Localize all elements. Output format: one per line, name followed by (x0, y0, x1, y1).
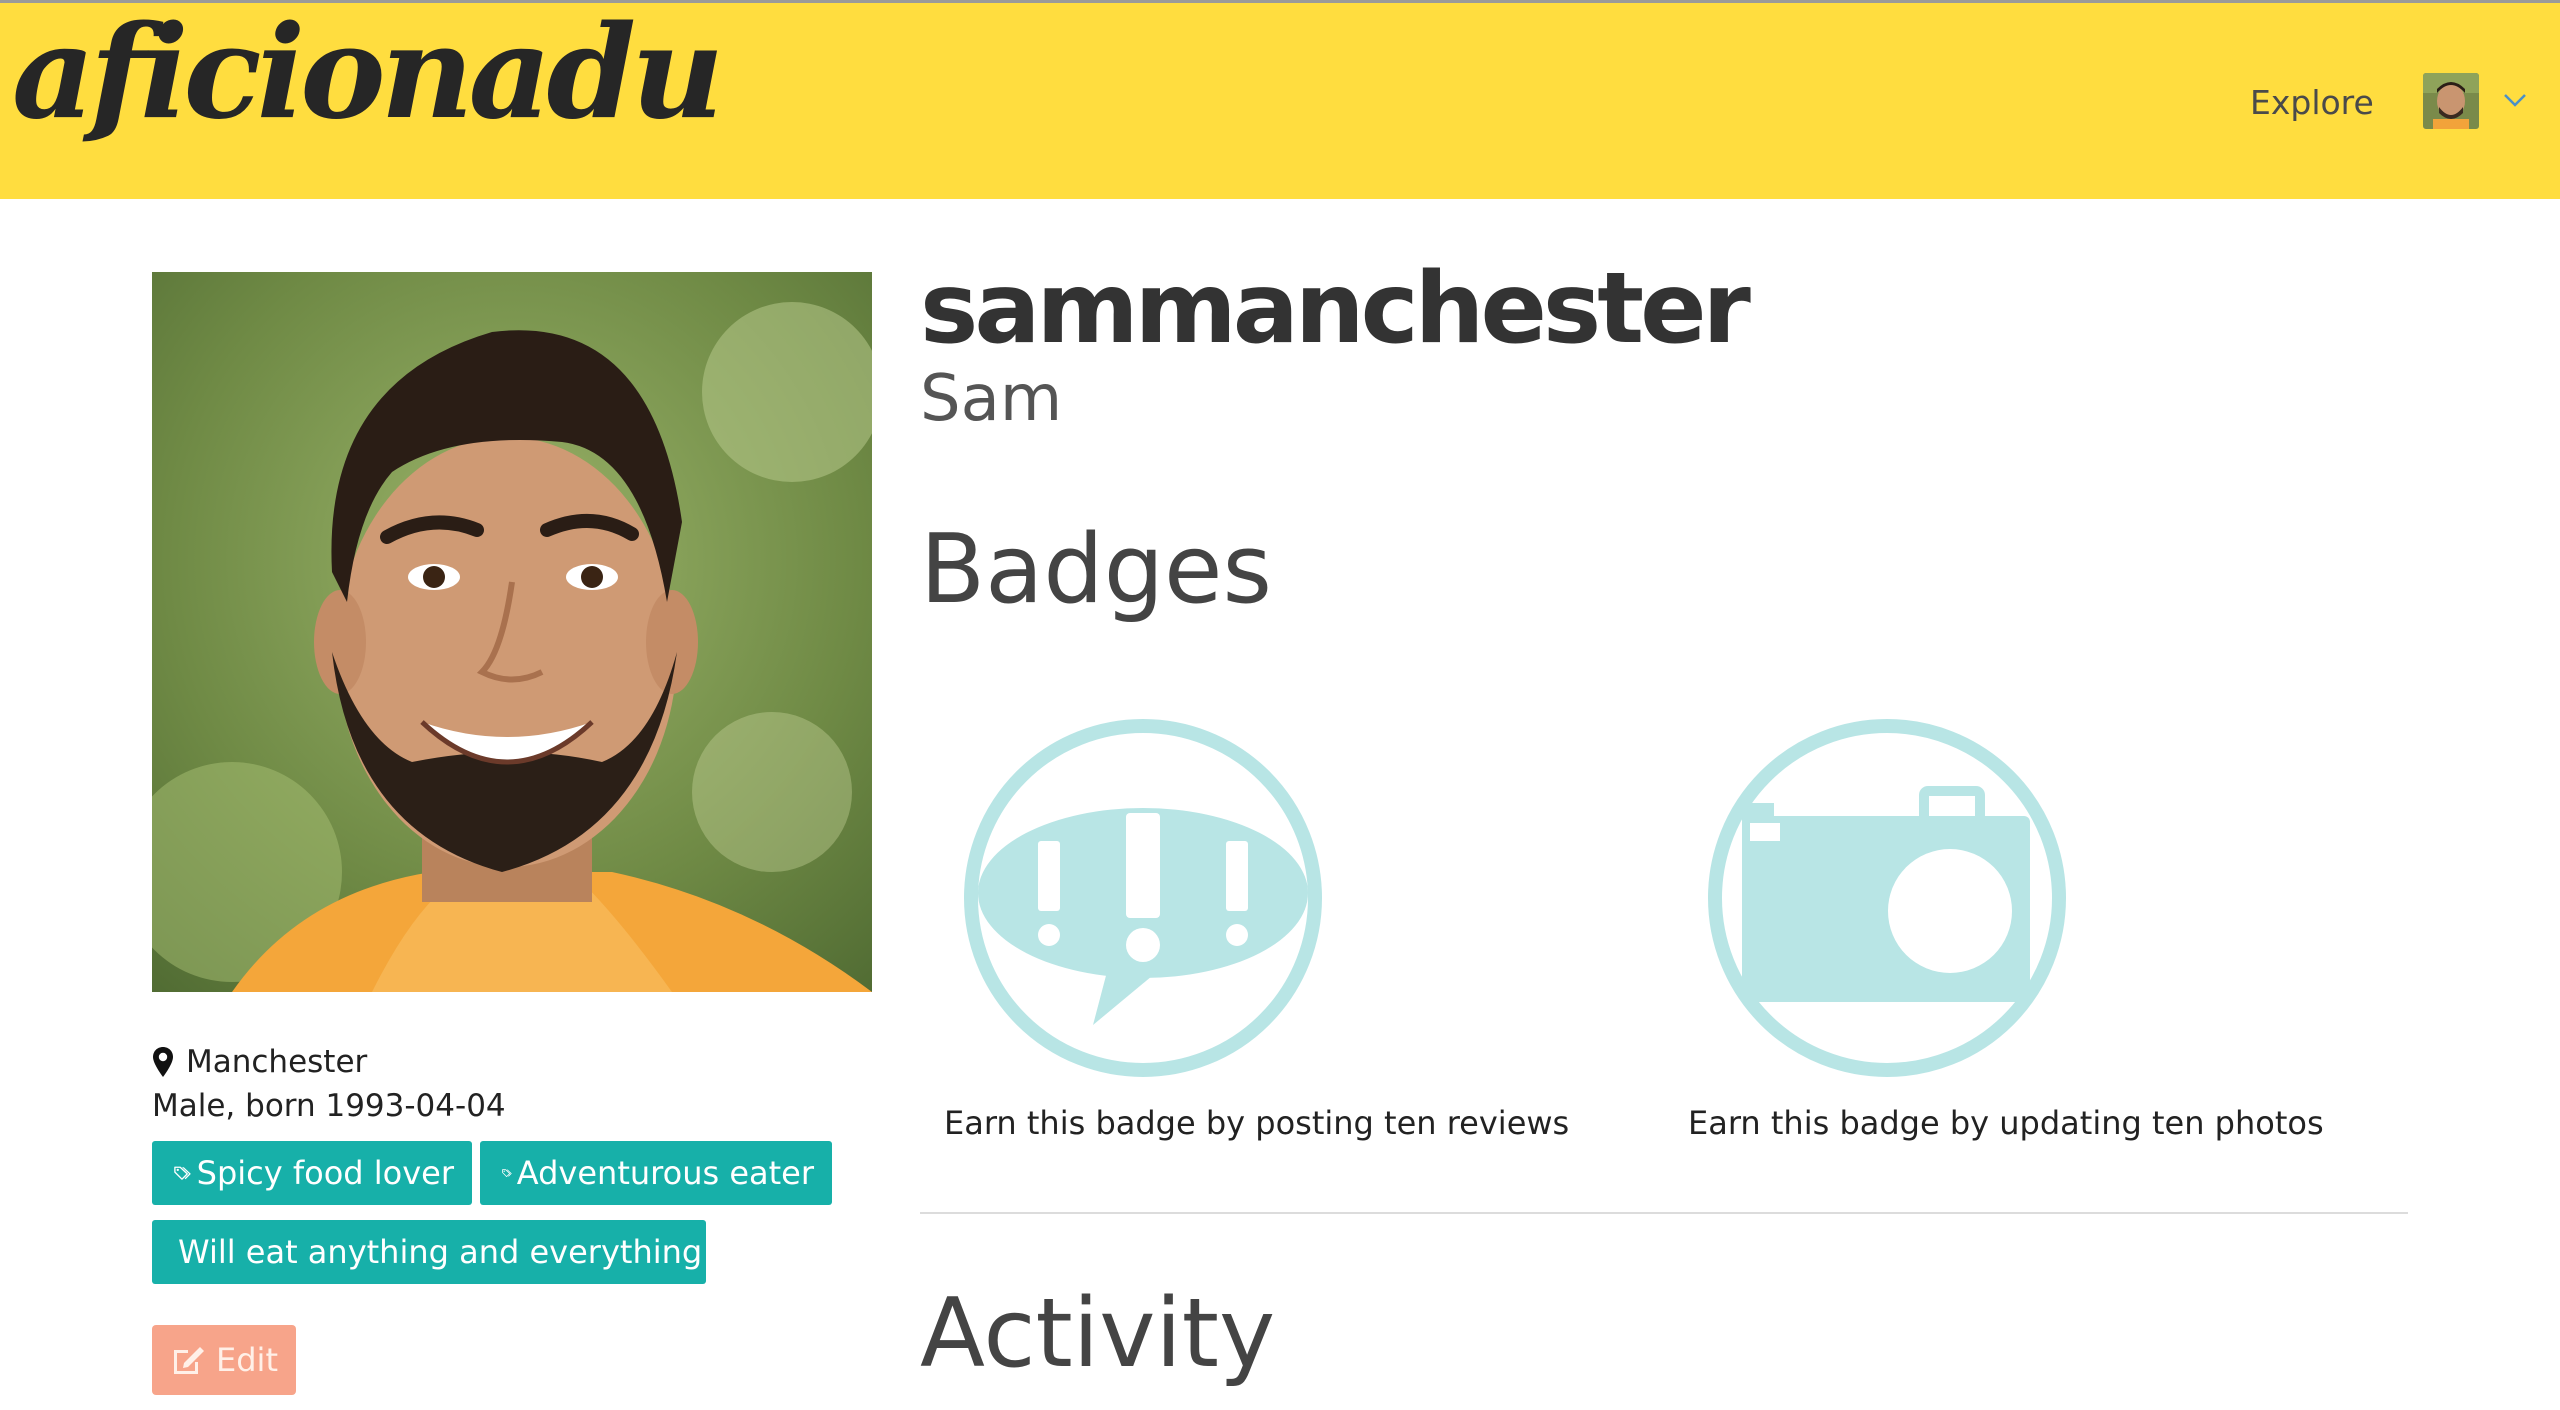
location-text: Manchester (186, 1044, 368, 1080)
badge-caption-reviews: Earn this badge by posting ten reviews (944, 1104, 1570, 1142)
chevron-down-icon[interactable] (2502, 91, 2528, 109)
profile-username: sammanchester (920, 252, 1751, 366)
nav-explore-link[interactable]: Explore (2250, 83, 2374, 122)
edit-profile-button[interactable]: Edit (152, 1325, 296, 1395)
map-pin-icon (153, 1047, 173, 1077)
badges-heading: Badges (920, 515, 1272, 625)
edit-label: Edit (216, 1341, 278, 1379)
camera-icon[interactable] (1702, 713, 2072, 1083)
speech-bubble-exclamation-icon[interactable] (958, 713, 1328, 1083)
user-avatar[interactable] (2423, 73, 2479, 129)
tag-adventurous-eater[interactable]: Adventurous eater (480, 1141, 832, 1205)
tag-spicy-food-lover[interactable]: Spicy food lover (152, 1141, 472, 1205)
tag-label: Will eat anything and everything (178, 1233, 703, 1271)
activity-heading: Activity (920, 1279, 1276, 1389)
tag-label: Spicy food lover (196, 1154, 454, 1192)
top-navbar: aficionadu Explore (0, 3, 2560, 199)
profile-location: Manchester (152, 1040, 367, 1084)
profile-display-name: Sam (920, 362, 1063, 436)
section-divider (920, 1212, 2408, 1214)
badge-caption-photos: Earn this badge by updating ten photos (1688, 1104, 2324, 1142)
tag-will-eat-anything[interactable]: Will eat anything and everything (152, 1220, 706, 1284)
edit-icon (174, 1347, 205, 1374)
profile-details: Male, born 1993-04-04 (152, 1088, 506, 1124)
tags-icon (502, 1169, 512, 1177)
profile-photo (152, 272, 872, 992)
tag-label: Adventurous eater (516, 1154, 814, 1192)
tags-icon (174, 1166, 191, 1180)
site-logo[interactable]: aficionadu (12, 9, 724, 137)
